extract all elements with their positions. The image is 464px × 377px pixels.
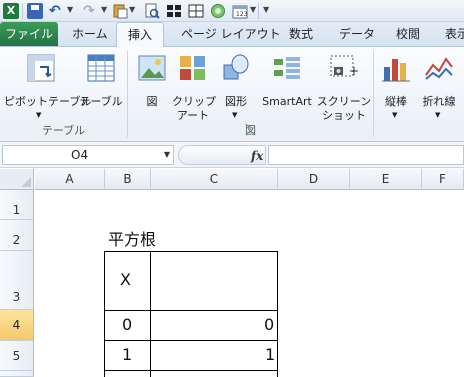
redo-dropdown-icon[interactable]: ▼: [101, 5, 107, 14]
row-header-6[interactable]: [0, 371, 34, 377]
ribbon: ピボットテーブル ▼ テーブル テーブル 図 クリップ アート 図形 ▼ Sma…: [0, 46, 464, 142]
line-chart-label: 折れ線: [422, 95, 456, 108]
column-chart-label: 縦棒: [385, 95, 407, 108]
pivot-table-label: ピボットテーブル: [4, 95, 92, 108]
shapes-icon: [221, 53, 251, 86]
cell-c5[interactable]: 1: [265, 345, 275, 364]
tab-home[interactable]: ホーム: [72, 22, 108, 46]
smartart-label: SmartArt: [262, 95, 312, 108]
cell-b4[interactable]: 0: [122, 315, 132, 334]
ribbon-tabs: ファイル ホーム 挿入 ページ レイアウト 数式 データ 校閲 表示: [0, 22, 464, 47]
table-group-label: テーブル: [41, 124, 86, 137]
screenshot-button[interactable]: スクリーン ショット: [316, 53, 372, 122]
calendar-dropdown-icon[interactable]: ▼: [250, 5, 256, 14]
name-box[interactable]: O4 ▼: [2, 145, 174, 165]
row-header-4[interactable]: 4: [0, 310, 34, 341]
row-header-1[interactable]: 1: [0, 190, 34, 220]
cell-c4[interactable]: 0: [264, 315, 274, 334]
quick-access-toolbar: X ↶ ▼ ↷ ▼ ▼ 123 ▼ ▼: [0, 0, 464, 22]
smartart-icon: [272, 53, 302, 86]
worksheet-grid[interactable]: [35, 190, 464, 377]
paste-icon[interactable]: [112, 3, 128, 19]
print-preview-icon[interactable]: [144, 3, 160, 19]
table-border: [150, 251, 151, 377]
picture-button[interactable]: 図: [134, 53, 170, 117]
toolbar-separator: [258, 3, 259, 19]
screenshot-label-line1: スクリーン: [316, 95, 372, 108]
tab-view[interactable]: 表示: [445, 22, 464, 46]
line-chart-icon: [424, 53, 454, 86]
select-all-corner[interactable]: [0, 169, 34, 190]
dialog-launcher-icon[interactable]: ↘: [244, 121, 251, 130]
insert-function-button[interactable]: fx: [251, 147, 263, 165]
cell-b3[interactable]: X: [120, 270, 131, 289]
column-header-b[interactable]: B: [105, 169, 151, 190]
table-border: [277, 251, 278, 377]
table-border: [104, 251, 278, 252]
tab-review[interactable]: 校閲: [396, 22, 420, 46]
shapes-label: 図形: [225, 95, 247, 108]
group-separator: [373, 51, 374, 137]
customize-icon[interactable]: ▼: [263, 5, 269, 14]
undo-dropdown-icon[interactable]: ▼: [67, 5, 73, 14]
toolbar-separator: [22, 3, 23, 19]
pivot-table-dropdown-icon: ▼: [36, 111, 42, 119]
pivot-table-button[interactable]: ピボットテーブル ▼: [4, 53, 92, 119]
column-header-a[interactable]: A: [35, 169, 105, 190]
name-box-value: O4: [71, 148, 89, 162]
line-chart-dropdown-icon: ▼: [435, 111, 441, 119]
tab-page-layout[interactable]: ページ レイアウト: [181, 22, 281, 46]
column-chart-button[interactable]: 縦棒 ▼: [376, 53, 416, 119]
smartart-button[interactable]: SmartArt: [258, 53, 316, 117]
shapes-dropdown-icon: ▼: [232, 111, 238, 119]
tab-formulas[interactable]: 数式: [289, 22, 313, 46]
clip-art-icon: [178, 53, 208, 86]
picture-icon: [137, 53, 167, 86]
row-header-5[interactable]: 5: [0, 341, 34, 371]
table-border: [104, 310, 278, 311]
column-header-e[interactable]: E: [350, 169, 422, 190]
tab-insert[interactable]: 挿入: [116, 22, 164, 47]
save-icon[interactable]: [27, 3, 43, 19]
column-chart-dropdown-icon: ▼: [392, 111, 398, 119]
clip-art-label-line2: アート: [176, 109, 210, 122]
shapes-button[interactable]: 図形 ▼: [216, 53, 256, 119]
clip-art-button[interactable]: クリップ アート: [172, 53, 216, 122]
excel-icon[interactable]: X: [3, 3, 19, 19]
row-header-2[interactable]: 2: [0, 220, 34, 251]
screenshot-icon: [328, 53, 360, 86]
cell-b2[interactable]: 平方根: [108, 226, 156, 250]
column-chart-icon: [381, 53, 411, 86]
row-header-3[interactable]: 3: [0, 251, 34, 310]
paste-dropdown-icon[interactable]: ▼: [129, 5, 135, 14]
clip-art-label-line1: クリップ: [172, 95, 216, 108]
table-border: [104, 251, 105, 377]
table-label: テーブル: [79, 95, 123, 108]
table-button[interactable]: テーブル: [78, 53, 124, 117]
svg-text:123: 123: [236, 11, 248, 18]
table-border: [104, 370, 278, 371]
tab-file[interactable]: ファイル: [0, 22, 58, 46]
pivot-table-icon: [26, 53, 56, 86]
column-header-d[interactable]: D: [278, 169, 350, 190]
function-area: fx: [178, 145, 266, 165]
screenshot-label-line2: ショット: [322, 109, 366, 122]
line-chart-button[interactable]: 折れ線 ▼: [418, 53, 460, 119]
table-border: [104, 340, 278, 341]
chart-icon[interactable]: [210, 3, 226, 19]
merge-icon[interactable]: [188, 3, 204, 19]
calendar-icon[interactable]: 123: [232, 3, 248, 19]
column-header-f[interactable]: F: [422, 169, 464, 190]
tab-data[interactable]: データ: [339, 22, 375, 46]
column-header-c[interactable]: C: [151, 169, 278, 190]
redo-icon[interactable]: ↷: [83, 3, 99, 19]
name-box-dropdown-icon[interactable]: ▼: [164, 146, 170, 164]
formula-input[interactable]: [268, 145, 464, 165]
picture-label: 図: [146, 95, 158, 108]
table-icon: [86, 53, 116, 86]
borders-icon[interactable]: [166, 3, 182, 19]
formula-bar: O4 ▼ fx: [0, 142, 464, 168]
undo-icon[interactable]: ↶: [49, 3, 65, 19]
cell-b5[interactable]: 1: [122, 345, 132, 364]
